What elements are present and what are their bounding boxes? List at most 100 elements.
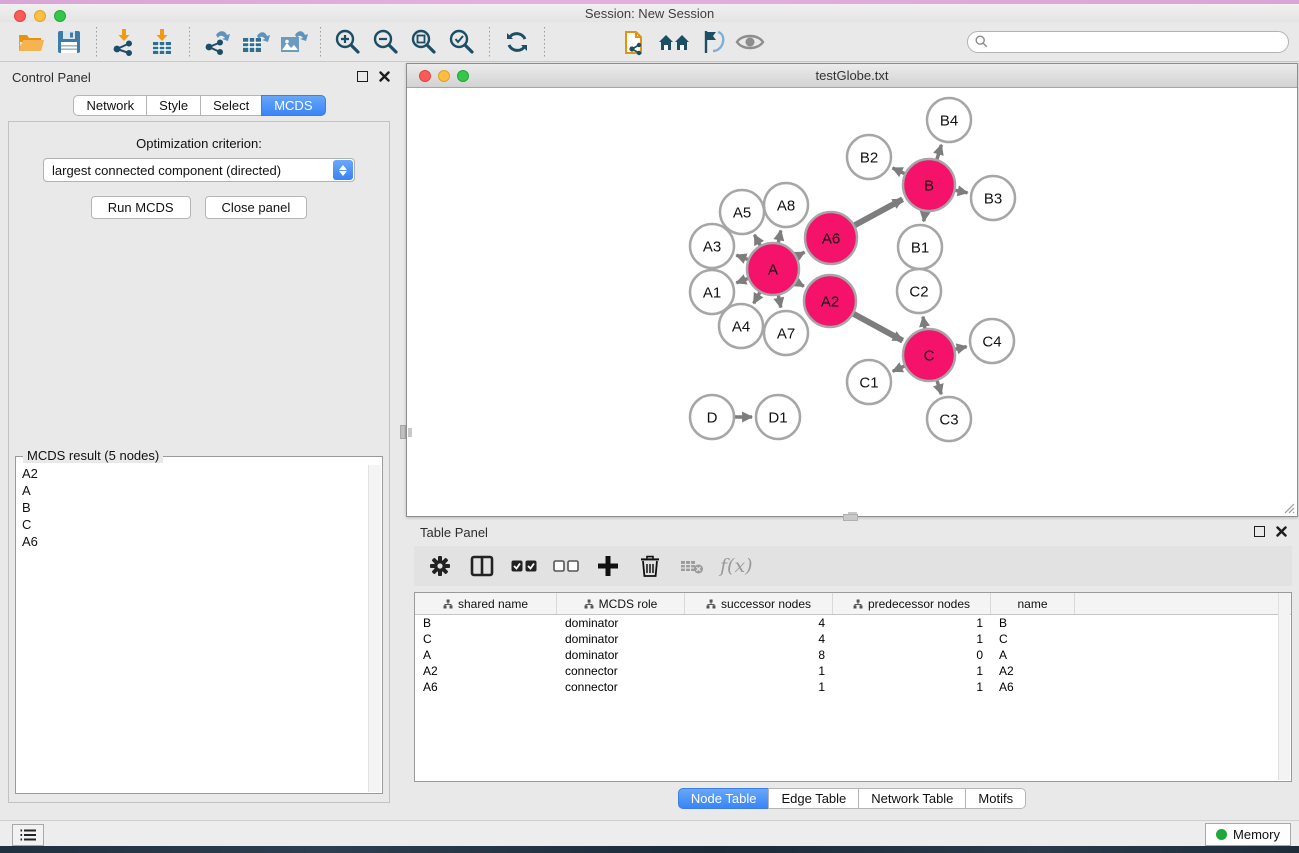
import-network-button[interactable] (107, 26, 141, 58)
graph-edge-A2-C[interactable] (851, 312, 903, 340)
import-table-button[interactable] (145, 26, 179, 58)
export-image-button[interactable] (276, 26, 310, 58)
table-row[interactable]: A2connector11A2 (415, 663, 1291, 679)
float-table-panel-icon[interactable] (1254, 526, 1265, 537)
criterion-select[interactable]: largest connected component (directed) (43, 158, 355, 182)
refresh-view-button[interactable] (500, 26, 534, 58)
table-tab-node-table[interactable]: Node Table (678, 788, 770, 809)
mcds-result-item[interactable]: A6 (17, 533, 368, 550)
run-mcds-button[interactable]: Run MCDS (91, 196, 191, 219)
close-view-icon[interactable] (419, 70, 431, 82)
table-row[interactable]: Adominator80A (415, 647, 1291, 663)
search-input[interactable] (967, 31, 1289, 53)
minimize-view-icon[interactable] (438, 70, 450, 82)
close-table-panel-icon[interactable] (1276, 526, 1287, 537)
memory-button[interactable]: Memory (1205, 823, 1291, 846)
select-all-rows-button[interactable] (510, 552, 538, 580)
zoom-out-button[interactable] (369, 26, 403, 58)
table-cell[interactable]: 1 (833, 664, 991, 678)
float-panel-icon[interactable] (357, 71, 368, 82)
zoom-selected-button[interactable] (445, 26, 479, 58)
table-cell[interactable]: A2 (991, 664, 1075, 678)
table-cell[interactable]: 1 (833, 680, 991, 694)
table-cell[interactable]: 1 (685, 664, 833, 678)
graph-edge-A6-B[interactable] (852, 199, 903, 226)
table-row[interactable]: Bdominator41B (415, 615, 1291, 631)
table-cell[interactable]: B (415, 616, 557, 630)
table-cell[interactable]: 1 (685, 680, 833, 694)
export-network-button[interactable] (200, 26, 234, 58)
table-settings-button[interactable] (426, 552, 454, 580)
table-cell[interactable]: 4 (685, 632, 833, 646)
tab-style[interactable]: Style (146, 95, 201, 116)
table-scrollbar[interactable] (1278, 593, 1290, 780)
delete-table-button[interactable] (678, 552, 706, 580)
network-canvas[interactable]: B4B2BB3A8A5A6A3B1AA1C2A2A4A7C4CC1C3DD1 (408, 88, 1296, 516)
table-tab-network-table[interactable]: Network Table (858, 788, 966, 809)
deselect-all-rows-button[interactable] (552, 552, 580, 580)
zoom-in-button[interactable] (331, 26, 365, 58)
table-tab-edge-table[interactable]: Edge Table (768, 788, 859, 809)
mcds-result-item[interactable]: B (17, 499, 368, 516)
table-cell[interactable]: B (991, 616, 1075, 630)
traffic-lights[interactable] (14, 10, 66, 22)
table-row[interactable]: A6connector11A6 (415, 679, 1291, 695)
zoom-fit-button[interactable] (407, 26, 441, 58)
table-cell[interactable]: A (991, 648, 1075, 662)
table-cell[interactable]: C (415, 632, 557, 646)
zoom-window-icon[interactable] (54, 10, 66, 22)
view-edge-handle[interactable] (408, 428, 412, 437)
open-session-button[interactable] (14, 26, 48, 58)
table-cell[interactable]: dominator (557, 648, 685, 662)
function-builder-button[interactable]: f(x) (720, 555, 753, 577)
tab-select[interactable]: Select (200, 95, 262, 116)
column-header-predecessor-nodes[interactable]: predecessor nodes (833, 593, 991, 614)
mcds-result-item[interactable]: A2 (17, 465, 368, 482)
mcds-result-item[interactable]: A (17, 482, 368, 499)
column-visibility-button[interactable] (468, 552, 496, 580)
mcds-list-scrollbar[interactable] (368, 465, 381, 792)
home-panels-button[interactable] (657, 26, 691, 58)
tab-mcds[interactable]: MCDS (261, 95, 325, 116)
table-cell[interactable]: A6 (991, 680, 1075, 694)
table-cell[interactable]: 4 (685, 616, 833, 630)
table-cell[interactable]: A6 (415, 680, 557, 694)
column-header-shared-name[interactable]: shared name (415, 593, 557, 614)
table-cell[interactable]: 8 (685, 648, 833, 662)
table-cell[interactable]: connector (557, 680, 685, 694)
zoom-view-icon[interactable] (457, 70, 469, 82)
table-cell[interactable]: 1 (833, 616, 991, 630)
task-history-button[interactable] (12, 824, 44, 846)
column-header-name[interactable]: name (991, 593, 1075, 614)
save-session-button[interactable] (52, 26, 86, 58)
table-cell[interactable]: dominator (557, 616, 685, 630)
show-graphics-details-button[interactable] (733, 26, 767, 58)
close-panel-icon[interactable] (379, 71, 390, 82)
add-column-button[interactable] (594, 552, 622, 580)
table-row[interactable]: Cdominator41C (415, 631, 1291, 647)
horizontal-splitter-grip[interactable] (843, 514, 858, 521)
minimize-window-icon[interactable] (34, 10, 46, 22)
column-header-mcds-role[interactable]: MCDS role (557, 593, 685, 614)
table-cell[interactable]: A (415, 648, 557, 662)
table-cell[interactable]: connector (557, 664, 685, 678)
table-cell[interactable]: C (991, 632, 1075, 646)
hide-flagged-button[interactable] (695, 26, 729, 58)
open-network-file-button[interactable] (619, 26, 653, 58)
resize-grip-icon[interactable] (1283, 502, 1295, 514)
table-cell[interactable]: 1 (833, 632, 991, 646)
table-cell[interactable]: 0 (833, 648, 991, 662)
close-window-icon[interactable] (14, 10, 26, 22)
close-panel-button[interactable]: Close panel (205, 196, 308, 219)
tab-network[interactable]: Network (73, 95, 147, 116)
table-tab-motifs[interactable]: Motifs (965, 788, 1026, 809)
optimization-label: Optimization criterion: (9, 136, 389, 151)
delete-column-button[interactable] (636, 552, 664, 580)
export-table-button[interactable] (238, 26, 272, 58)
column-header-successor-nodes[interactable]: successor nodes (685, 593, 833, 614)
mcds-result-item[interactable]: C (17, 516, 368, 533)
network-window-titlebar[interactable]: testGlobe.txt (407, 64, 1297, 88)
network-window-traffic-lights[interactable] (419, 70, 469, 82)
table-cell[interactable]: dominator (557, 632, 685, 646)
table-cell[interactable]: A2 (415, 664, 557, 678)
